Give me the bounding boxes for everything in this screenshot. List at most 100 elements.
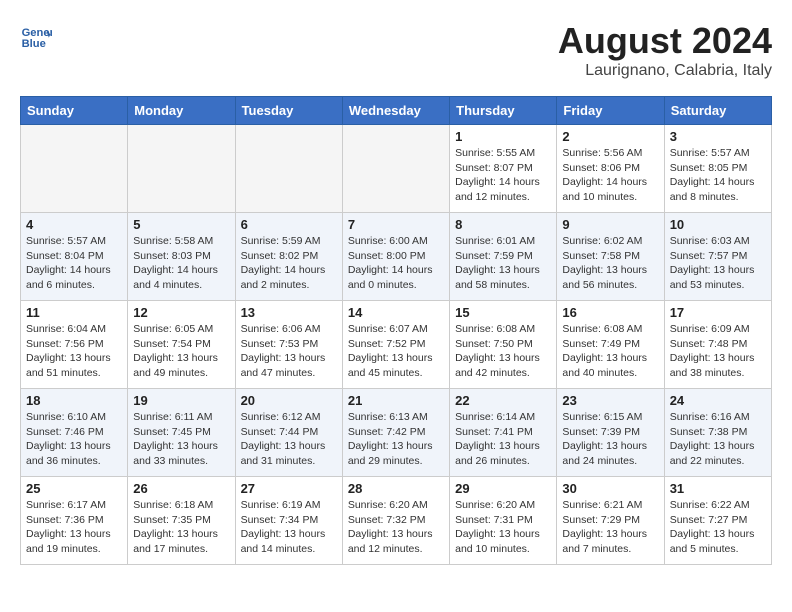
- weekday-header-wednesday: Wednesday: [342, 97, 449, 125]
- day-info: Sunrise: 5:59 AMSunset: 8:02 PMDaylight:…: [241, 234, 337, 293]
- day-number: 14: [348, 305, 444, 320]
- day-number: 4: [26, 217, 122, 232]
- day-number: 10: [670, 217, 766, 232]
- day-info: Sunrise: 6:12 AMSunset: 7:44 PMDaylight:…: [241, 410, 337, 469]
- day-number: 16: [562, 305, 658, 320]
- day-number: 28: [348, 481, 444, 496]
- calendar-cell: 24Sunrise: 6:16 AMSunset: 7:38 PMDayligh…: [664, 389, 771, 477]
- day-info: Sunrise: 5:56 AMSunset: 8:06 PMDaylight:…: [562, 146, 658, 205]
- day-number: 9: [562, 217, 658, 232]
- page-header: General Blue August 2024 Laurignano, Cal…: [20, 20, 772, 80]
- day-number: 6: [241, 217, 337, 232]
- calendar-cell: 29 Sunrise: 6:20 AMSunset: 7:31 PMDayligh…: [450, 477, 557, 565]
- day-info: Sunrise: 6:00 AMSunset: 8:00 PMDaylight:…: [348, 234, 444, 293]
- weekday-header-thursday: Thursday: [450, 97, 557, 125]
- location-title: Laurignano, Calabria, Italy: [558, 62, 772, 80]
- day-info: Sunrise: 6:15 AMSunset: 7:39 PMDaylight:…: [562, 410, 658, 469]
- calendar-cell: 2 Sunrise: 5:56 AMSunset: 8:06 PMDaylight…: [557, 125, 664, 213]
- day-number: 7: [348, 217, 444, 232]
- calendar-cell: 19 Sunrise: 6:11 AMSunset: 7:45 PMDayligh…: [128, 389, 235, 477]
- day-number: 22: [455, 393, 551, 408]
- calendar-cell: 20 Sunrise: 6:12 AMSunset: 7:44 PMDayligh…: [235, 389, 342, 477]
- day-info: Sunrise: 6:22 AMSunset: 7:27 PMDaylight:…: [670, 498, 766, 557]
- calendar-cell: 10 Sunrise: 6:03 AMSunset: 7:57 PMDayligh…: [664, 213, 771, 301]
- day-number: 8: [455, 217, 551, 232]
- day-info: Sunrise: 6:21 AMSunset: 7:29 PMDaylight:…: [562, 498, 658, 557]
- calendar-cell: 16 Sunrise: 6:08 AMSunset: 7:49 PMDayligh…: [557, 301, 664, 389]
- calendar-cell: 26 Sunrise: 6:18 AMSunset: 7:35 PMDayligh…: [128, 477, 235, 565]
- calendar-cell: 3Sunrise: 5:57 AMSunset: 8:05 PMDaylight…: [664, 125, 771, 213]
- calendar-cell: 23 Sunrise: 6:15 AMSunset: 7:39 PMDayligh…: [557, 389, 664, 477]
- calendar-cell: [235, 125, 342, 213]
- calendar-cell: 6 Sunrise: 5:59 AMSunset: 8:02 PMDaylight…: [235, 213, 342, 301]
- day-number: 11: [26, 305, 122, 320]
- logo-icon: General Blue: [20, 20, 52, 52]
- day-number: 21: [348, 393, 444, 408]
- day-info: Sunrise: 6:03 AMSunset: 7:57 PMDaylight:…: [670, 234, 766, 293]
- day-info: Sunrise: 6:11 AMSunset: 7:45 PMDaylight:…: [133, 410, 229, 469]
- month-title: August 2024: [558, 20, 772, 62]
- day-info: Sunrise: 6:14 AMSunset: 7:41 PMDaylight:…: [455, 410, 551, 469]
- week-row-1: 1Sunrise: 5:55 AMSunset: 8:07 PMDaylight…: [21, 125, 772, 213]
- day-number: 24: [670, 393, 766, 408]
- calendar-cell: [21, 125, 128, 213]
- day-info: Sunrise: 6:08 AMSunset: 7:50 PMDaylight:…: [455, 322, 551, 381]
- day-number: 12: [133, 305, 229, 320]
- calendar-cell: 27Sunrise: 6:19 AMSunset: 7:34 PMDayligh…: [235, 477, 342, 565]
- weekday-header-tuesday: Tuesday: [235, 97, 342, 125]
- day-number: 25: [26, 481, 122, 496]
- calendar-cell: 14 Sunrise: 6:07 AMSunset: 7:52 PMDayligh…: [342, 301, 449, 389]
- day-number: 23: [562, 393, 658, 408]
- calendar-table: SundayMondayTuesdayWednesdayThursdayFrid…: [20, 96, 772, 565]
- calendar-cell: 11 Sunrise: 6:04 AMSunset: 7:56 PMDayligh…: [21, 301, 128, 389]
- calendar-cell: 31 Sunrise: 6:22 AMSunset: 7:27 PMDayligh…: [664, 477, 771, 565]
- day-info: Sunrise: 6:17 AMSunset: 7:36 PMDaylight:…: [26, 498, 122, 557]
- calendar-cell: 7 Sunrise: 6:00 AMSunset: 8:00 PMDaylight…: [342, 213, 449, 301]
- day-info: Sunrise: 5:57 AMSunset: 8:05 PMDaylight:…: [670, 146, 766, 205]
- day-number: 26: [133, 481, 229, 496]
- day-info: Sunrise: 6:09 AMSunset: 7:48 PMDaylight:…: [670, 322, 766, 381]
- calendar-cell: [128, 125, 235, 213]
- day-info: Sunrise: 6:08 AMSunset: 7:49 PMDaylight:…: [562, 322, 658, 381]
- calendar-cell: 21 Sunrise: 6:13 AMSunset: 7:42 PMDayligh…: [342, 389, 449, 477]
- calendar-cell: 13 Sunrise: 6:06 AMSunset: 7:53 PMDayligh…: [235, 301, 342, 389]
- day-number: 31: [670, 481, 766, 496]
- day-info: Sunrise: 6:13 AMSunset: 7:42 PMDaylight:…: [348, 410, 444, 469]
- calendar-cell: 22 Sunrise: 6:14 AMSunset: 7:41 PMDayligh…: [450, 389, 557, 477]
- day-info: Sunrise: 6:10 AMSunset: 7:46 PMDaylight:…: [26, 410, 122, 469]
- day-info: Sunrise: 6:18 AMSunset: 7:35 PMDaylight:…: [133, 498, 229, 557]
- calendar-cell: 1Sunrise: 5:55 AMSunset: 8:07 PMDaylight…: [450, 125, 557, 213]
- calendar-cell: 18Sunrise: 6:10 AMSunset: 7:46 PMDayligh…: [21, 389, 128, 477]
- weekday-header-friday: Friday: [557, 97, 664, 125]
- calendar-cell: 25 Sunrise: 6:17 AMSunset: 7:36 PMDayligh…: [21, 477, 128, 565]
- day-number: 17: [670, 305, 766, 320]
- week-row-2: 4 Sunrise: 5:57 AMSunset: 8:04 PMDaylight…: [21, 213, 772, 301]
- day-info: Sunrise: 6:07 AMSunset: 7:52 PMDaylight:…: [348, 322, 444, 381]
- day-info: Sunrise: 6:06 AMSunset: 7:53 PMDaylight:…: [241, 322, 337, 381]
- day-info: Sunrise: 5:57 AMSunset: 8:04 PMDaylight:…: [26, 234, 122, 293]
- day-number: 30: [562, 481, 658, 496]
- calendar-cell: 5Sunrise: 5:58 AMSunset: 8:03 PMDaylight…: [128, 213, 235, 301]
- day-number: 13: [241, 305, 337, 320]
- calendar-cell: 30 Sunrise: 6:21 AMSunset: 7:29 PMDayligh…: [557, 477, 664, 565]
- week-row-5: 25 Sunrise: 6:17 AMSunset: 7:36 PMDayligh…: [21, 477, 772, 565]
- svg-text:Blue: Blue: [22, 38, 46, 50]
- day-info: Sunrise: 6:04 AMSunset: 7:56 PMDaylight:…: [26, 322, 122, 381]
- day-number: 20: [241, 393, 337, 408]
- day-number: 1: [455, 129, 551, 144]
- week-row-3: 11 Sunrise: 6:04 AMSunset: 7:56 PMDayligh…: [21, 301, 772, 389]
- calendar-cell: 8Sunrise: 6:01 AMSunset: 7:59 PMDaylight…: [450, 213, 557, 301]
- calendar-cell: 12Sunrise: 6:05 AMSunset: 7:54 PMDayligh…: [128, 301, 235, 389]
- day-info: Sunrise: 5:58 AMSunset: 8:03 PMDaylight:…: [133, 234, 229, 293]
- calendar-cell: 15Sunrise: 6:08 AMSunset: 7:50 PMDayligh…: [450, 301, 557, 389]
- day-number: 19: [133, 393, 229, 408]
- day-number: 2: [562, 129, 658, 144]
- title-area: August 2024 Laurignano, Calabria, Italy: [558, 20, 772, 80]
- weekday-header-monday: Monday: [128, 97, 235, 125]
- day-number: 29: [455, 481, 551, 496]
- day-info: Sunrise: 6:20 AMSunset: 7:31 PMDaylight:…: [455, 498, 551, 557]
- calendar-cell: 9Sunrise: 6:02 AMSunset: 7:58 PMDaylight…: [557, 213, 664, 301]
- day-info: Sunrise: 6:19 AMSunset: 7:34 PMDaylight:…: [241, 498, 337, 557]
- week-row-4: 18Sunrise: 6:10 AMSunset: 7:46 PMDayligh…: [21, 389, 772, 477]
- day-info: Sunrise: 6:20 AMSunset: 7:32 PMDaylight:…: [348, 498, 444, 557]
